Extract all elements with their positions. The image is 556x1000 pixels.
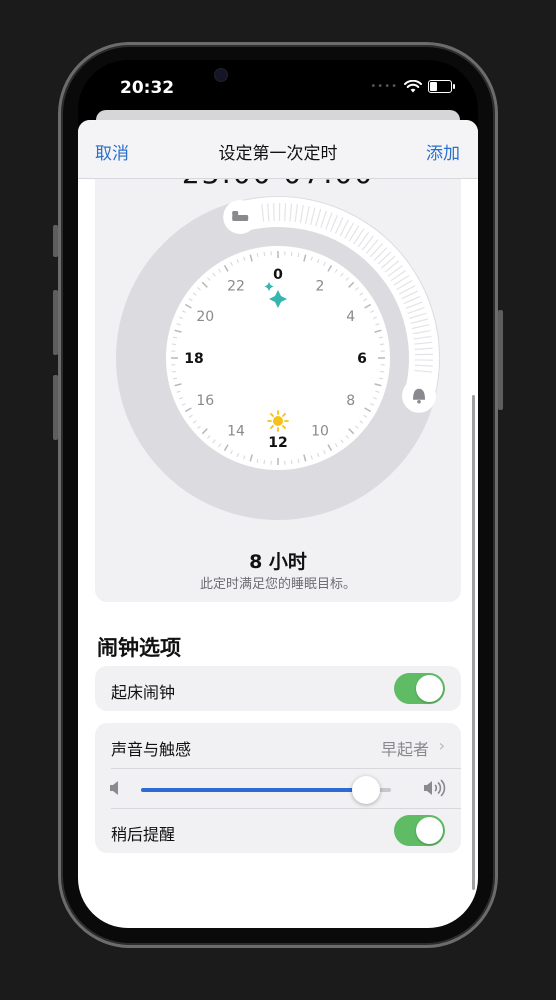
clock-tick xyxy=(263,251,266,256)
wifi-icon xyxy=(404,80,422,93)
volume-slider[interactable] xyxy=(141,776,391,804)
clock-hour-label: 14 xyxy=(227,424,245,440)
clock-tick xyxy=(380,370,385,373)
clock-tick xyxy=(380,343,385,346)
battery-icon xyxy=(428,80,455,93)
wake-alarm-label: 起床闹钟 xyxy=(111,683,176,702)
sleep-goal-note: 此定时满足您的睡眠目标。 xyxy=(199,577,356,592)
snooze-label: 稍后提醒 xyxy=(111,825,176,844)
clock-hour-label: 20 xyxy=(196,309,214,325)
nav-bar: 取消 设定第一次定时 添加 xyxy=(78,120,478,179)
clock-hour-label: 2 xyxy=(316,278,325,294)
clock-tick xyxy=(171,370,176,373)
wake-alarm-group: 起床闹钟 xyxy=(95,666,461,711)
page-title: 设定第一次定时 xyxy=(218,144,338,164)
phone-screen: 20:32 •••• 取消 设定第一次定时 添加 23:00 07:00 024… xyxy=(78,60,478,928)
signal-icon: •••• xyxy=(370,81,398,92)
volume-thumb[interactable] xyxy=(352,776,380,804)
status-icons: •••• xyxy=(370,80,455,93)
clock-tick xyxy=(171,343,176,346)
clock-hour-label: 12 xyxy=(268,435,287,451)
clock-hour-label: 10 xyxy=(311,424,329,440)
sun-icon xyxy=(273,416,283,426)
clock-hour-label: 6 xyxy=(357,351,367,367)
volume-up-button xyxy=(53,290,58,355)
add-button[interactable]: 添加 xyxy=(426,139,460,164)
sound-value: 早起者 xyxy=(380,740,429,759)
toggle-knob xyxy=(416,675,443,702)
status-time: 20:32 xyxy=(120,78,175,98)
clock-hour-label: 4 xyxy=(346,309,355,325)
wake-alarm-row: 起床闹钟 xyxy=(95,666,461,711)
clock-hour-label: 22 xyxy=(227,278,245,294)
power-button xyxy=(498,310,503,410)
clock-hour-label: 18 xyxy=(184,351,203,367)
snooze-row: 稍后提醒 xyxy=(95,808,461,853)
alarm-options-heading: 闹钟选项 xyxy=(97,636,181,660)
chevron-right-icon: › xyxy=(438,736,445,755)
bed-icon-pillow xyxy=(232,210,239,216)
snooze-toggle[interactable] xyxy=(394,815,445,846)
clock-hour-label: 16 xyxy=(196,393,214,409)
volume-fill xyxy=(141,788,366,792)
clock-hour-label: 8 xyxy=(346,393,355,409)
sound-row[interactable]: 声音与触感 早起者 › xyxy=(95,723,461,768)
sleep-duration: 8 小时 xyxy=(249,551,307,573)
clock-tick xyxy=(263,460,266,465)
front-camera xyxy=(214,68,228,82)
schedule-sheet: 取消 设定第一次定时 添加 23:00 07:00 02468101214161… xyxy=(78,120,478,928)
sleep-clock[interactable]: 0 2 4 6 8 10 12 14 16 18 20 22 xyxy=(95,179,461,539)
sleep-arc-hatch xyxy=(273,203,275,222)
scrollbar[interactable] xyxy=(472,395,475,890)
clock-tick xyxy=(290,460,293,465)
speaker-low-icon xyxy=(110,781,118,795)
clock-hour-label: 0 xyxy=(273,267,283,283)
speaker-high-icon xyxy=(424,779,446,797)
volume-slider-row xyxy=(95,768,461,808)
volume-down-button xyxy=(53,375,58,440)
sound-label: 声音与触感 xyxy=(111,740,192,759)
mute-switch xyxy=(53,225,58,257)
bell-icon-clapper xyxy=(417,399,421,404)
wake-alarm-toggle[interactable] xyxy=(394,673,445,704)
toggle-knob xyxy=(416,817,443,844)
sound-group: 声音与触感 早起者 › 稍后提醒 xyxy=(95,723,461,853)
clock-tick xyxy=(290,251,293,256)
sleep-schedule-card: 23:00 07:00 0246810121416182022 8 小时 此定时… xyxy=(95,179,461,602)
